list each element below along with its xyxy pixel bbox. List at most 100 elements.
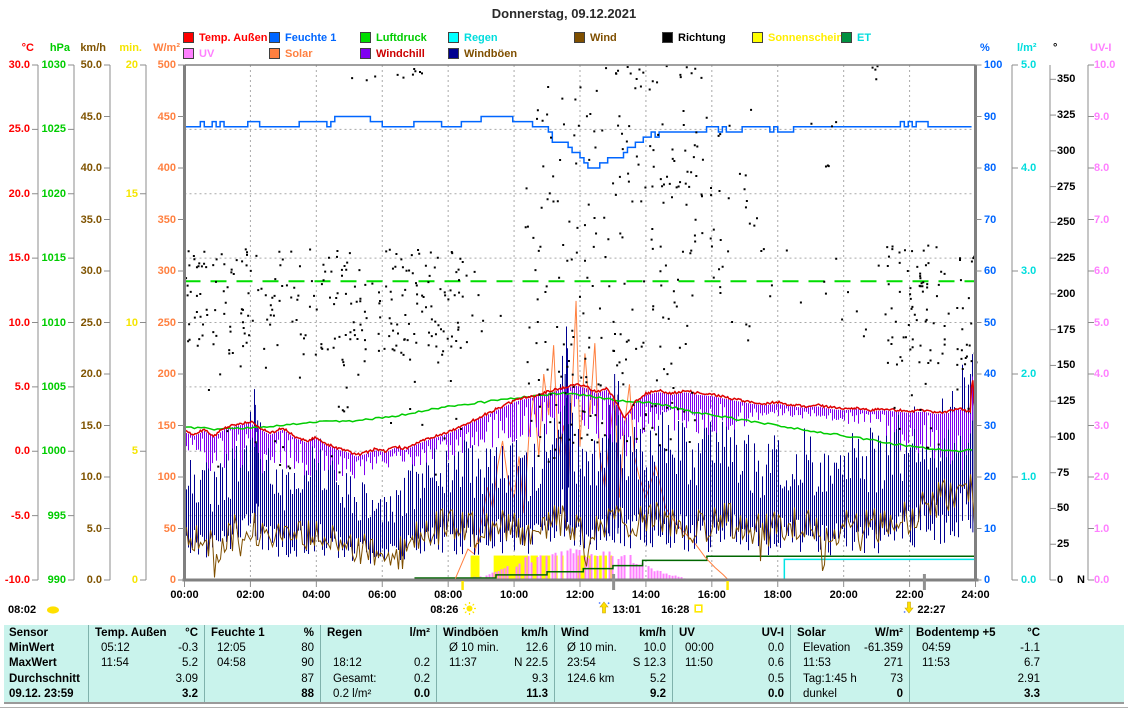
axis-tick-kmh: 5.0 (62, 523, 102, 535)
axis-tick-uvi: 3.0 (1094, 420, 1128, 432)
axis-tick-pct: 100 (984, 59, 1024, 71)
legend-label-windchill: Windchill (376, 48, 425, 60)
x-axis-label: 22:00 (890, 589, 930, 601)
axis-tick-wm2: 0 (136, 574, 176, 586)
table-cell: 05:12-0.3 (88, 640, 204, 655)
axis-tick-deg: 225 (1057, 252, 1097, 264)
table-cell: Gesamt:0.2 (320, 671, 436, 686)
legend-label-richtung: Richtung (678, 32, 726, 44)
legend-swatch-windchill (360, 48, 371, 59)
table-col-header: SolarW/m² (790, 625, 909, 640)
axis-tick-pct: 10 (984, 523, 1024, 535)
axis-tick-deg: 200 (1057, 288, 1097, 300)
axis-tick-wm2: 500 (136, 59, 176, 71)
event-sunrise-time: 08:26 (416, 604, 458, 616)
stats-table: SensorTemp. Außen°CFeuchte 1%Regenl/m²Wi… (4, 625, 1124, 702)
axis-tick-pct: 80 (984, 162, 1024, 174)
axis-tick-kmh: 25.0 (62, 317, 102, 329)
x-axis-label: 08:00 (428, 589, 468, 601)
table-cell: 11:53271 (790, 656, 909, 671)
axis-tick-pct: 30 (984, 420, 1024, 432)
table-cell: 0.0 (672, 687, 790, 702)
table-cell: 11.3 (436, 687, 554, 702)
table-shadow (4, 702, 1124, 704)
axis-tick-hpa: 1030 (26, 59, 66, 71)
axis-tick-hpa: 1025 (26, 123, 66, 135)
series-feuchte (185, 117, 972, 169)
axis-tick-pct: 40 (984, 368, 1024, 380)
axis-unit-hpa: hPa (32, 42, 70, 54)
axis-tick-deg: 125 (1057, 395, 1097, 407)
axis-tick-deg: 350 (1057, 73, 1097, 85)
axis-tick-hpa: 1005 (26, 381, 66, 393)
table-cell: Tag:1:45 h73 (790, 671, 909, 686)
legend-swatch-et (841, 32, 852, 43)
bottom-divider (0, 707, 1128, 708)
x-axis-label: 14:00 (626, 589, 666, 601)
axis-tick-kmh: 15.0 (62, 420, 102, 432)
axis-tick-deg: 250 (1057, 216, 1097, 228)
page-title: Donnerstag, 09.12.2021 (0, 8, 1128, 20)
axis-tick-wm2: 100 (136, 471, 176, 483)
event-moonrise-time: 13:01 (613, 604, 641, 616)
weather-chart-window: Donnerstag, 09.12.2021 SensorTemp. Außen… (0, 0, 1128, 711)
axis-tick-lm2: 4.0 (1021, 162, 1061, 174)
legend-swatch-sonnenschein (752, 32, 763, 43)
axis-tick-deg: 325 (1057, 109, 1097, 121)
x-axis-label: 00:00 (165, 589, 205, 601)
table-cell: dunkel0 (790, 687, 909, 702)
axis-tick-lm2: 1.0 (1021, 471, 1061, 483)
table-cell: 11:536.7 (909, 656, 1124, 671)
axis-tick-kmh: 35.0 (62, 214, 102, 226)
axis-tick-uvi: 9.0 (1094, 111, 1128, 123)
x-axis-label: 20:00 (824, 589, 864, 601)
table-row-label: Durchschnitt (4, 671, 88, 686)
axis-tick-kmh: 45.0 (62, 111, 102, 123)
axis-tick-uvi: 4.0 (1094, 368, 1128, 380)
table-cell: 04:59-1.1 (909, 640, 1124, 655)
axis-unit-uvi: UV-I (1090, 42, 1128, 54)
axis-tick-min: 10 (98, 317, 138, 329)
axis-unit-kmh: km/h (68, 42, 106, 54)
table-cell: 3.3 (909, 687, 1124, 702)
legend-swatch-solar (269, 48, 280, 59)
table-cell: 23:54S 12.3 (554, 656, 672, 671)
axis-tick-uvi: 10.0 (1094, 59, 1128, 71)
axis-tick-wm2: 50 (136, 523, 176, 535)
legend-swatch-luftdruck (360, 32, 371, 43)
axis-tick-wm2: 250 (136, 317, 176, 329)
axis-tick-lm2: 5.0 (1021, 59, 1061, 71)
axis-tick-hpa: 995 (26, 510, 66, 522)
axis-tick-uvi: 0.0 (1094, 574, 1128, 586)
axis-tick-kmh: 40.0 (62, 162, 102, 174)
axis-tick-min: 15 (98, 188, 138, 200)
table-cell: 11:545.2 (88, 656, 204, 671)
x-axis-label: 10:00 (494, 589, 534, 601)
axis-tick-wm2: 400 (136, 162, 176, 174)
axis-tick-deg: 300 (1057, 145, 1097, 157)
table-cell (320, 640, 436, 655)
axis-tick-pct: 50 (984, 317, 1024, 329)
axis-tick-kmh: 20.0 (62, 368, 102, 380)
axis-tick-min: 0 (98, 574, 138, 586)
legend-swatch-uv (183, 48, 194, 59)
table-cell: Elevation-61.359 (790, 640, 909, 655)
axis-tick-pct: 70 (984, 214, 1024, 226)
table-cell: 9.2 (554, 687, 672, 702)
axis-tick-min: 5 (98, 445, 138, 457)
axis-tick-deg: 25 (1057, 538, 1097, 550)
table-col-header: Feuchte 1% (204, 625, 320, 640)
table-col-header: UVUV-I (672, 625, 790, 640)
axis-tick-hpa: 1000 (26, 445, 66, 457)
table-col-header: Bodentemp +5°C (909, 625, 1124, 640)
axis-tick-hpa: 1010 (26, 317, 66, 329)
table-cell: 11:37N 22.5 (436, 656, 554, 671)
axis-unit-min: min. (104, 42, 142, 54)
axis-tick-kmh: 10.0 (62, 471, 102, 483)
axis-tick-wm2: 300 (136, 265, 176, 277)
axis-tick-kmh: 0.0 (62, 574, 102, 586)
table-col-header: Temp. Außen°C (88, 625, 204, 640)
table-row-label: MaxWert (4, 656, 88, 671)
axis-tick-hpa: 1015 (26, 252, 66, 264)
axis-unit-wm2: W/m² (142, 42, 180, 54)
